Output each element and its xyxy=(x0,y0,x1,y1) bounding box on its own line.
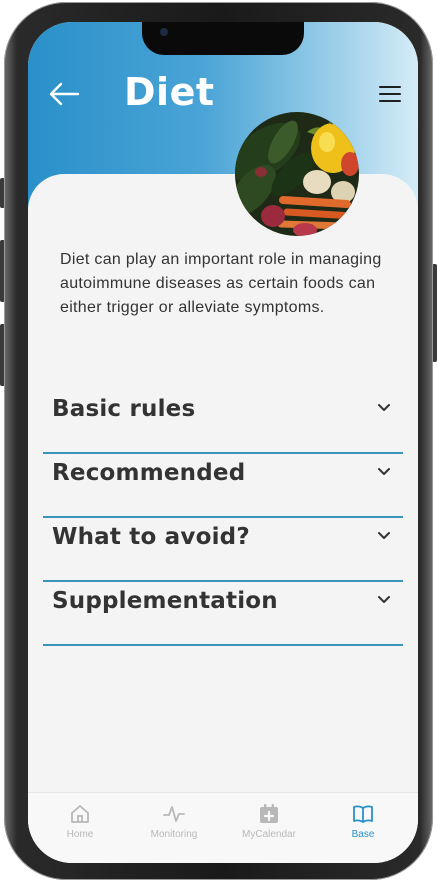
accordion-label: What to avoid? xyxy=(52,524,250,550)
chevron-down-icon xyxy=(378,468,390,475)
vegetables-image xyxy=(235,112,359,236)
book-open-icon xyxy=(353,805,373,823)
accordion-item-basic-rules[interactable]: Basic rules xyxy=(43,394,403,454)
accordion-item-supplementation[interactable]: Supplementation xyxy=(43,586,403,646)
intro-text: Diet can play an important role in manag… xyxy=(60,251,382,316)
accordion-item-recommended[interactable]: Recommended xyxy=(43,458,403,518)
arrow-left-icon xyxy=(49,82,80,106)
page-title: Diet xyxy=(124,70,215,114)
accordion-label: Recommended xyxy=(52,460,246,486)
tab-monitoring[interactable]: Monitoring xyxy=(126,793,222,853)
accordion-label: Supplementation xyxy=(52,588,278,614)
tab-home[interactable]: Home xyxy=(32,793,128,853)
chevron-down-icon xyxy=(378,596,390,603)
hamburger-menu-icon xyxy=(379,86,401,102)
chevron-down-icon xyxy=(378,404,390,411)
accordion-label: Basic rules xyxy=(52,396,196,422)
chevron-down-icon xyxy=(378,532,390,539)
tab-label: MyCalendar xyxy=(242,829,296,840)
pulse-icon xyxy=(163,806,185,822)
phone-frame: Diet Diet can play an important role in … xyxy=(4,2,433,880)
back-button[interactable] xyxy=(48,82,80,106)
menu-button[interactable] xyxy=(378,84,402,104)
vegetables-illustration xyxy=(235,112,359,236)
tab-label: Base xyxy=(351,829,375,840)
tab-base[interactable]: Base xyxy=(315,793,411,853)
home-icon xyxy=(71,805,89,823)
calendar-plus-icon xyxy=(260,804,278,823)
tab-label: Monitoring xyxy=(150,829,198,840)
tab-mycalendar[interactable]: MyCalendar xyxy=(221,793,317,853)
front-camera xyxy=(160,28,168,36)
app-screen: Diet Diet can play an important role in … xyxy=(28,22,418,863)
notch xyxy=(142,22,304,55)
accordion-item-what-to-avoid[interactable]: What to avoid? xyxy=(43,522,403,582)
accordion: Basic rules Recommended What to avoid? S… xyxy=(43,394,403,650)
tab-label: Home xyxy=(66,829,94,840)
tab-bar: Home Monitoring MyCalendar Base xyxy=(28,792,418,863)
